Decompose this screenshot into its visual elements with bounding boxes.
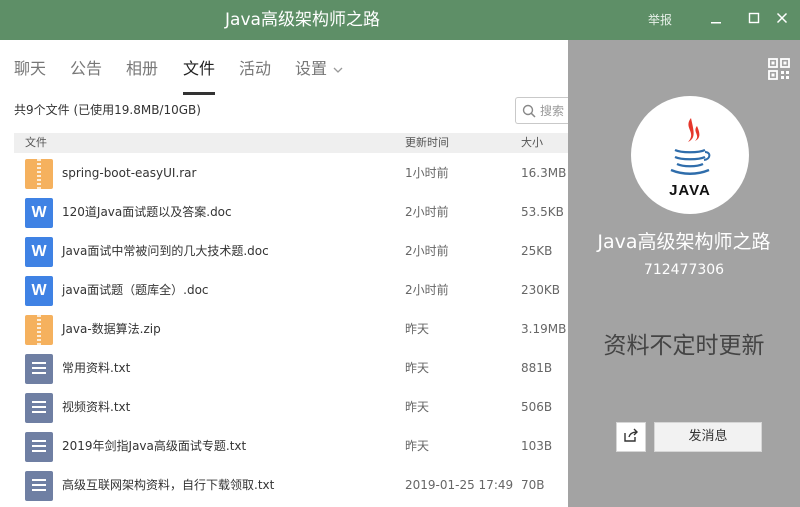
search-box[interactable] <box>515 97 568 124</box>
report-link[interactable]: 举报 <box>648 0 672 40</box>
file-time: 昨天 <box>405 439 430 453</box>
tab-announcement[interactable]: 公告 <box>70 58 102 80</box>
tab-settings-label: 设置 <box>295 59 328 78</box>
active-tab-indicator <box>183 92 215 95</box>
share-icon <box>623 427 639 447</box>
chevron-down-icon <box>333 58 343 80</box>
table-row[interactable]: Java-数据算法.zip 昨天 3.19MB <box>14 310 568 349</box>
send-message-button[interactable]: 发消息 <box>654 422 762 452</box>
file-time: 2小时前 <box>405 283 449 297</box>
close-icon <box>776 12 788 28</box>
file-time: 2019-01-25 17:49 <box>405 478 514 492</box>
archive-icon <box>25 315 53 345</box>
file-name: java面试题（题库全）.doc <box>62 283 209 297</box>
word-doc-icon: W <box>25 276 53 306</box>
table-row[interactable]: 2019年剑指Java高级面试专题.txt 昨天 103B <box>14 427 568 466</box>
file-time: 昨天 <box>405 361 430 375</box>
title-bar: Java高级架构师之路 举报 <box>0 0 800 40</box>
group-name: Java高级架构师之路 <box>597 231 771 253</box>
word-doc-icon: W <box>25 198 53 228</box>
group-info-panel: JAVA Java高级架构师之路 712477306 资料不定时更新 发消息 <box>568 40 800 507</box>
file-name: spring-boot-easyUI.rar <box>62 166 197 180</box>
group-avatar[interactable]: JAVA <box>631 96 749 214</box>
text-file-icon <box>25 393 53 423</box>
maximize-icon <box>748 12 760 28</box>
archive-icon <box>25 159 53 189</box>
tab-files[interactable]: 文件 <box>183 58 215 80</box>
minimize-icon <box>710 12 722 28</box>
search-icon <box>522 103 536 118</box>
table-row[interactable]: 高级互联网架构资料，自行下载领取.txt 2019-01-25 17:49 70… <box>14 466 568 505</box>
column-header-size[interactable]: 大小 <box>521 133 543 153</box>
maximize-button[interactable] <box>742 8 766 32</box>
file-table-header: 文件 更新时间 大小 <box>14 133 568 153</box>
close-button[interactable] <box>770 8 794 32</box>
file-list: spring-boot-easyUI.rar 1小时前 16.3MB W 120… <box>14 154 568 505</box>
window-title: Java高级架构师之路 <box>225 10 380 30</box>
search-input[interactable] <box>540 101 568 121</box>
file-name: 常用资料.txt <box>62 361 131 375</box>
file-name: 高级互联网架构资料，自行下载领取.txt <box>62 478 275 492</box>
file-size: 103B <box>521 439 553 453</box>
text-file-icon <box>25 471 53 501</box>
group-notice: 资料不定时更新 <box>603 333 765 359</box>
file-summary: 共9个文件 (已使用19.8MB/10GB) <box>14 103 201 117</box>
file-size: 25KB <box>521 244 553 258</box>
file-size: 53.5KB <box>521 205 564 219</box>
text-file-icon <box>25 432 53 462</box>
table-row[interactable]: W Java面试中常被问到的几大技术题.doc 2小时前 25KB <box>14 232 568 271</box>
file-name: 视频资料.txt <box>62 400 131 414</box>
table-row[interactable]: spring-boot-easyUI.rar 1小时前 16.3MB <box>14 154 568 193</box>
file-name: Java面试中常被问到的几大技术题.doc <box>62 244 269 258</box>
file-size: 16.3MB <box>521 166 567 180</box>
minimize-button[interactable] <box>704 8 728 32</box>
file-time: 1小时前 <box>405 166 449 180</box>
avatar-text: JAVA <box>669 182 711 199</box>
file-name: Java-数据算法.zip <box>62 322 161 336</box>
qr-code-icon[interactable] <box>768 58 790 80</box>
file-time: 2小时前 <box>405 205 449 219</box>
tab-album[interactable]: 相册 <box>126 58 158 80</box>
word-doc-icon: W <box>25 237 53 267</box>
table-row[interactable]: W 120道Java面试题以及答案.doc 2小时前 53.5KB <box>14 193 568 232</box>
table-row[interactable]: 视频资料.txt 昨天 506B <box>14 388 568 427</box>
file-size: 506B <box>521 400 553 414</box>
tab-settings[interactable]: 设置 <box>295 58 343 80</box>
share-button[interactable] <box>616 422 646 452</box>
table-row[interactable]: 常用资料.txt 昨天 881B <box>14 349 568 388</box>
file-name: 2019年剑指Java高级面试专题.txt <box>62 439 247 453</box>
column-header-time[interactable]: 更新时间 <box>405 133 449 153</box>
file-size: 3.19MB <box>521 322 567 336</box>
file-time: 昨天 <box>405 400 430 414</box>
group-id: 712477306 <box>643 262 725 278</box>
file-time: 2小时前 <box>405 244 449 258</box>
tab-activity[interactable]: 活动 <box>239 58 271 80</box>
table-row[interactable]: W java面试题（题库全）.doc 2小时前 230KB <box>14 271 568 310</box>
file-size: 230KB <box>521 283 561 297</box>
tab-bar: 聊天 公告 相册 文件 活动 设置 <box>0 40 568 96</box>
file-size: 70B <box>521 478 545 492</box>
file-time: 昨天 <box>405 322 430 336</box>
tab-chat[interactable]: 聊天 <box>14 58 46 80</box>
file-name: 120道Java面试题以及答案.doc <box>62 205 232 219</box>
column-header-name[interactable]: 文件 <box>25 133 47 153</box>
file-size: 881B <box>521 361 553 375</box>
text-file-icon <box>25 354 53 384</box>
